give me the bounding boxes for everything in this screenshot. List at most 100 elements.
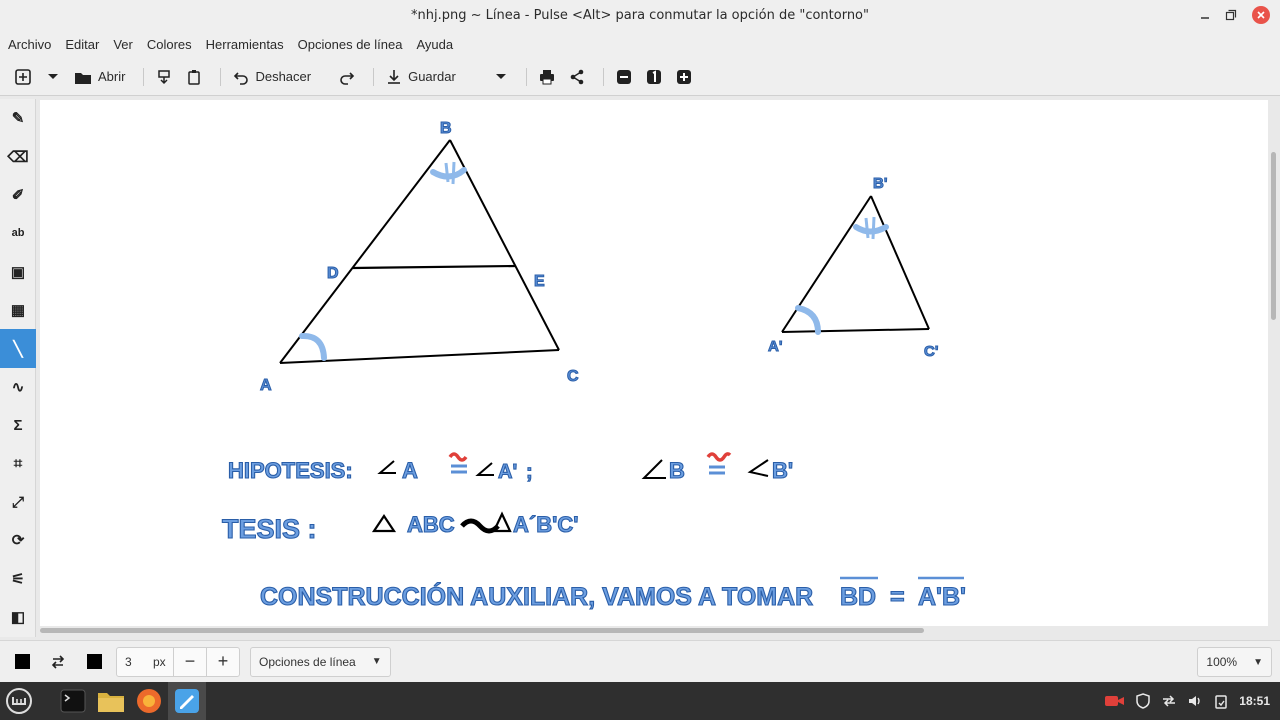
maximize-button[interactable]	[1220, 6, 1242, 24]
zoom-out-icon	[616, 69, 631, 84]
vertex-b-label: B	[440, 120, 452, 137]
segment-apbp: A'B'	[918, 583, 966, 611]
close-button[interactable]	[1252, 6, 1270, 24]
canvas-drawing: .lab { font-family: "Liberation Sans", s…	[221, 120, 966, 612]
share-button[interactable]	[565, 64, 589, 90]
tool-button-filters[interactable]: ⚟	[0, 560, 36, 598]
freeshape-tool-icon: Σ	[13, 416, 23, 434]
print-button[interactable]	[535, 64, 559, 90]
menu-bar: Archivo Editar Ver Colores Herramientas …	[0, 30, 1280, 58]
angle-symbol-icon	[747, 459, 769, 477]
drawing-canvas[interactable]: .lab { font-family: "Liberation Sans", s…	[40, 100, 1268, 626]
tool-size-input[interactable]: 3	[117, 655, 153, 669]
menu-archivo[interactable]: Archivo	[8, 37, 51, 52]
angle-symbol-icon	[475, 462, 494, 476]
secondary-color-swatch[interactable]	[80, 648, 108, 676]
network-icon[interactable]	[1161, 693, 1177, 709]
clipboard-button[interactable]	[182, 64, 206, 90]
crop-tool-icon: ⌗	[13, 455, 23, 473]
menu-herramientas[interactable]: Herramientas	[206, 37, 284, 52]
tool-button-brush[interactable]: ✐	[0, 176, 36, 214]
menu-editar[interactable]: Editar	[65, 37, 99, 52]
shield-icon[interactable]	[1135, 693, 1151, 709]
minimize-button[interactable]	[1194, 6, 1216, 24]
menu-ver[interactable]: Ver	[113, 37, 133, 52]
congruence-equals-icon	[709, 465, 725, 475]
zoom-original-button[interactable]	[642, 64, 666, 90]
side-bpcp	[870, 195, 930, 330]
zoom-in-button[interactable]	[672, 64, 696, 90]
menu-ayuda[interactable]: Ayuda	[416, 37, 453, 52]
terminal-launcher[interactable]	[54, 682, 92, 720]
vertex-e-label: E	[534, 273, 545, 290]
tool-button-selection[interactable]: ▦	[0, 291, 36, 329]
vertical-scrollbar[interactable]	[1271, 152, 1276, 320]
hipotesis-angle-b: B	[669, 458, 685, 483]
undo-icon	[234, 71, 249, 85]
tool-button-line[interactable]: ╲	[0, 329, 36, 368]
hipotesis-angle-ap: A'	[498, 461, 517, 483]
size-increase-button[interactable]: +	[206, 646, 239, 677]
zoom-out-button[interactable]	[612, 64, 636, 90]
maximize-icon	[1225, 9, 1237, 21]
files-launcher[interactable]	[92, 682, 130, 720]
tool-button-colors[interactable]: ◧	[0, 598, 36, 636]
vertex-ap-label: A'	[768, 338, 782, 355]
camera-recording-icon[interactable]	[1105, 694, 1125, 708]
folder-icon	[98, 693, 124, 712]
line-options-dropdown[interactable]: Opciones de línea ▼	[250, 646, 391, 677]
open-button[interactable]: Abrir	[70, 64, 129, 90]
horizontal-scrollbar[interactable]	[40, 628, 924, 633]
redo-button[interactable]	[335, 64, 359, 90]
zoom-dropdown[interactable]: 100% ▼	[1197, 647, 1272, 677]
colors-tool-icon: ◧	[10, 609, 26, 627]
pencil-tool-icon: ✎	[11, 110, 25, 128]
rotate-tool-icon: ⟳	[11, 532, 25, 550]
paste-button[interactable]	[152, 64, 176, 90]
chevron-down-icon: ▼	[1253, 656, 1263, 668]
primary-color-swatch[interactable]	[8, 648, 36, 676]
volume-icon[interactable]	[1187, 693, 1203, 709]
swap-colors-button[interactable]	[44, 648, 72, 676]
tool-button-pencil[interactable]: ✎	[0, 99, 36, 137]
drawing-app-launcher[interactable]	[168, 682, 206, 720]
save-button[interactable]: Guardar	[382, 64, 460, 90]
menu-colores[interactable]: Colores	[147, 37, 192, 52]
minimize-icon	[1201, 17, 1209, 19]
tool-button-curve[interactable]: ∿	[0, 368, 36, 406]
chevron-down-icon	[495, 73, 506, 79]
tool-button-scale[interactable]: ⤢	[0, 483, 36, 521]
tool-button-crop[interactable]: ⌗	[0, 445, 36, 483]
tool-options-bar: 3 px − + Opciones de línea ▼ 100% ▼	[0, 640, 1280, 682]
close-icon	[1257, 11, 1265, 19]
angle-mark-b-ticks	[444, 161, 456, 185]
clipboard-applet-icon[interactable]	[1213, 693, 1229, 709]
tool-button-freeshape[interactable]: Σ	[0, 406, 36, 444]
firefox-launcher[interactable]	[130, 682, 168, 720]
clock[interactable]: 18:51	[1239, 694, 1270, 708]
construccion-text: CONSTRUCCIÓN AUXILIAR, VAMOS A TOMAR	[260, 581, 813, 611]
open-label: Abrir	[98, 69, 126, 84]
tool-button-rotate[interactable]: ⟳	[0, 521, 36, 559]
brush-tool-icon: ✐	[11, 186, 25, 204]
tool-button-eraser[interactable]: ⌫	[0, 137, 36, 175]
tool-button-text[interactable]: ab	[0, 214, 36, 252]
app-window: *nhj.png ~ Línea - Pulse <Alt> para conm…	[0, 0, 1280, 720]
tool-button-rectangle[interactable]: ▣	[0, 253, 36, 291]
angle-mark-bp	[853, 224, 889, 235]
eraser-tool-icon: ⌫	[7, 148, 29, 166]
undo-button[interactable]: Deshacer	[229, 64, 315, 90]
congruence-tilde-icon	[448, 452, 468, 462]
chevron-down-icon: ▼	[371, 656, 382, 667]
window-controls	[1194, 6, 1270, 24]
save-menu-button[interactable]	[490, 64, 512, 90]
menu-opciones-de-linea[interactable]: Opciones de línea	[298, 37, 403, 52]
angle-symbol-icon	[641, 459, 666, 479]
filters-tool-icon: ⚟	[11, 570, 25, 588]
new-image-menu-button[interactable]	[42, 64, 64, 90]
start-menu-button[interactable]	[0, 682, 38, 720]
main-toolbar: Abrir Deshacer Guardar	[0, 58, 1280, 96]
new-image-button[interactable]	[10, 64, 36, 90]
size-decrease-button[interactable]: −	[173, 646, 206, 677]
new-image-icon	[15, 68, 31, 85]
